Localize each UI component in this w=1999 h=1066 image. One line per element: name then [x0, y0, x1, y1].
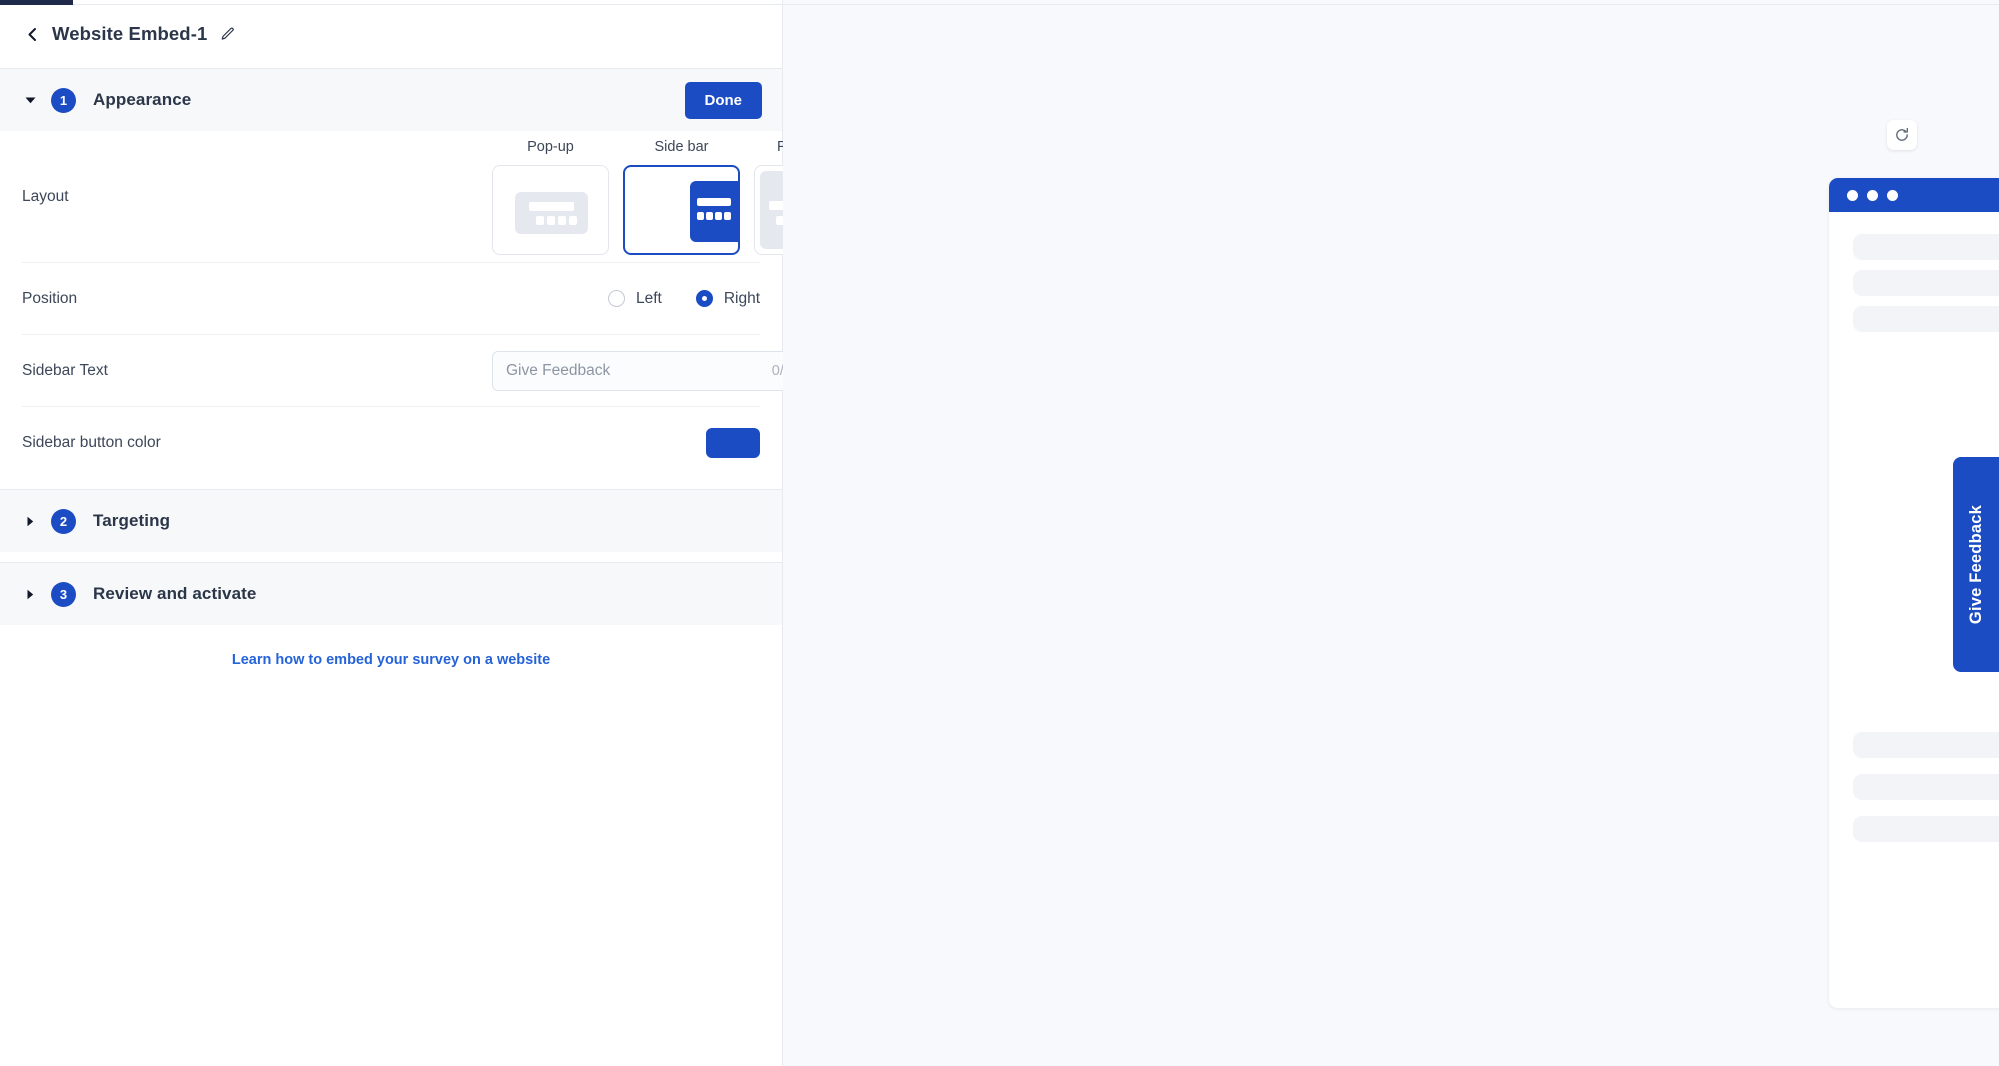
layout-option-sidebar-label: Side bar — [654, 138, 709, 155]
position-option-right[interactable]: Right — [695, 289, 760, 308]
triangle-down-icon[interactable] — [22, 92, 38, 108]
configuration-panel: Website Embed-1 1 Appearance Done Layout… — [0, 0, 871, 1066]
sidebar-text-field[interactable]: 0/20 — [492, 350, 814, 391]
step-number-badge: 3 — [51, 581, 76, 607]
footer-link-wrap: Learn how to embed your survey on a webs… — [0, 625, 782, 668]
sidebar-text-input[interactable] — [506, 361, 764, 380]
skeleton-bar — [1853, 774, 1999, 800]
triangle-right-icon[interactable] — [22, 586, 38, 602]
skeleton-bar — [1853, 732, 1999, 758]
sidebar-text-label: Sidebar Text — [22, 361, 108, 379]
step-number-badge: 1 — [51, 87, 76, 113]
chevron-left-icon[interactable] — [22, 24, 42, 44]
embed-configurator: Website Embed-1 1 Appearance Done Layout… — [0, 0, 1999, 1066]
learn-embed-link[interactable]: Learn how to embed your survey on a webs… — [232, 652, 550, 668]
section-appearance: 1 Appearance Done Layout Pop-up Side bar… — [0, 68, 871, 489]
window-dot-icon — [1867, 189, 1878, 201]
page-title: Website Embed-1 — [52, 23, 208, 44]
layout-label: Layout — [22, 187, 69, 205]
preview-panel: Give Feedback — [783, 0, 1999, 1066]
section-header-review-activate[interactable]: 3 Review and activate — [0, 563, 782, 625]
section-title: Targeting — [93, 511, 171, 530]
browser-title-bar — [1829, 178, 1999, 212]
layout-option-sidebar[interactable]: Side bar — [623, 139, 740, 255]
radio-left[interactable] — [607, 290, 625, 307]
position-label: Position — [22, 289, 78, 307]
window-dot-icon — [1847, 189, 1858, 201]
layout-option-popup[interactable]: Pop-up — [492, 139, 609, 255]
give-feedback-tab[interactable]: Give Feedback — [1953, 457, 1999, 672]
radio-right[interactable] — [695, 290, 713, 307]
section-spacer — [0, 552, 782, 562]
position-option-left-label: Left — [635, 289, 662, 307]
skeleton-bar — [1853, 306, 1999, 332]
layout-option-popup-label: Pop-up — [527, 138, 574, 155]
section-title: Appearance — [93, 90, 192, 109]
popup-card-art — [515, 191, 588, 234]
top-hairline — [0, 4, 1999, 5]
sidebar-panel-art — [690, 180, 738, 242]
section-title: Review and activate — [93, 584, 257, 603]
sidebar-button-color-label: Sidebar button color — [22, 434, 161, 451]
row-layout: Layout Pop-up Side bar — [22, 131, 871, 263]
position-option-left[interactable]: Left — [607, 289, 662, 308]
skeleton-bar — [1853, 270, 1999, 296]
section-header-targeting[interactable]: 2 Targeting — [0, 490, 782, 552]
position-options: Left Right — [607, 289, 760, 308]
triangle-right-icon[interactable] — [22, 513, 38, 529]
step-number-badge: 2 — [51, 508, 76, 534]
layout-thumb-sidebar[interactable] — [623, 164, 740, 255]
refresh-icon[interactable] — [1887, 120, 1917, 150]
sidebar-bar-art — [697, 197, 731, 206]
row-sidebar-text: Sidebar Text 0/20 — [22, 335, 814, 407]
position-option-right-label: Right — [723, 289, 760, 307]
done-button[interactable]: Done — [684, 81, 762, 119]
page-header: Website Embed-1 — [0, 0, 782, 68]
skeleton-bar — [1853, 234, 1999, 260]
popup-dots-art — [536, 215, 577, 225]
color-swatch-button[interactable] — [706, 428, 760, 458]
window-dot-icon — [1887, 189, 1898, 201]
row-position: Position Left Right — [22, 263, 760, 335]
top-accent-bar — [0, 0, 73, 5]
section-spacer — [0, 479, 782, 489]
skeleton-bar — [1853, 816, 1999, 842]
section-header-appearance[interactable]: 1 Appearance Done — [0, 69, 782, 131]
pencil-icon[interactable] — [218, 25, 237, 44]
section-targeting: 2 Targeting — [0, 489, 782, 562]
section-review-activate: 3 Review and activate — [0, 562, 782, 625]
sidebar-button-color-control — [706, 428, 760, 458]
popup-bar-art — [529, 201, 574, 211]
sidebar-text-control: 0/20 — [492, 350, 814, 391]
sidebar-dots-art — [697, 211, 731, 220]
give-feedback-tab-label: Give Feedback — [1966, 504, 1985, 625]
appearance-body: Layout Pop-up Side bar Position Left Rig… — [0, 131, 871, 479]
layout-thumb-popup[interactable] — [492, 164, 609, 255]
row-sidebar-button-color: Sidebar button color — [22, 407, 760, 479]
